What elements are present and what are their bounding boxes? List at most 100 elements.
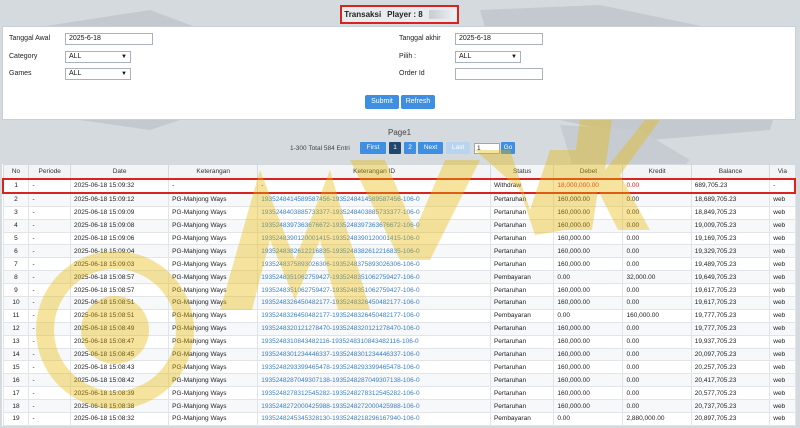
cell-keterangan-id[interactable]: 1935248310843482116-1935248310843482116-… — [257, 334, 491, 349]
cell-keterangan-id[interactable]: 1935248301234446337-1935248301234446337-… — [257, 347, 491, 362]
tanggal-awal-input[interactable]: 2025-6-18 — [65, 33, 153, 45]
cell-date: 2025-06-18 15:08:51 — [69, 308, 170, 323]
table-row[interactable]: 6-2025-06-18 15:09:04 PG-Mahjong Ways 1935… — [2, 244, 796, 259]
cell-date: 2025-06-18 15:08:57 — [69, 270, 170, 285]
go-button[interactable]: Go — [501, 142, 515, 154]
cell-kredit: 0.00 — [622, 257, 692, 272]
page-number-input[interactable]: 1 — [474, 143, 500, 154]
cell-via: web — [769, 205, 796, 220]
cell-via: web — [769, 373, 796, 388]
cell-no: 7 — [2, 257, 30, 272]
cell-keterangan-id[interactable]: 1935248382612216835-1935248382612216835-… — [257, 244, 491, 259]
cell-status: Pembayaran — [489, 270, 555, 285]
cell-debet: 160,000.00 — [553, 386, 624, 401]
cell-keterangan-id[interactable]: 1935248272000425988-1935248272000425988-… — [257, 399, 491, 414]
category-select[interactable]: ALL ▼ — [65, 51, 131, 63]
table-row[interactable]: 10-2025-06-18 15:08:51 PG-Mahjong Ways 193… — [2, 296, 796, 310]
table-row[interactable]: 13-2025-06-18 15:08:47 PG-Mahjong Ways 193… — [2, 334, 796, 349]
table-row[interactable]: 12-2025-06-18 15:08:49 PG-Mahjong Ways 193… — [2, 321, 796, 336]
cell-date: 2025-06-18 15:09:09 — [69, 205, 170, 220]
cell-keterangan-id[interactable]: 1935248403885733377-1935248403885733377-… — [257, 205, 491, 220]
cell-keterangan-id[interactable]: 1935248245345328130-1935248218296167940-… — [257, 412, 491, 426]
cell-periode: - — [28, 178, 71, 194]
cell-keterangan: PG-Mahjong Ways — [168, 334, 259, 349]
cell-status: Pertaruhan — [489, 218, 555, 233]
table-row[interactable]: 14-2025-06-18 15:08:45 PG-Mahjong Ways 193… — [2, 347, 796, 362]
cell-keterangan: PG-Mahjong Ways — [168, 360, 259, 375]
cell-keterangan: PG-Mahjong Ways — [168, 399, 259, 414]
table-row[interactable]: 15-2025-06-18 15:08:43 PG-Mahjong Ways 193… — [2, 360, 796, 375]
table-row[interactable]: 8-2025-06-18 15:08:57 PG-Mahjong Ways 1935… — [2, 270, 796, 285]
cell-kredit: 0.00 — [622, 244, 692, 259]
table-row[interactable]: 3-2025-06-18 15:09:09 PG-Mahjong Ways 1935… — [2, 205, 796, 220]
table-row[interactable]: 18-2025-06-18 15:08:38 PG-Mahjong Ways 193… — [2, 399, 796, 414]
cell-date: 2025-06-18 15:08:45 — [69, 347, 170, 362]
table-row[interactable]: 5-2025-06-18 15:09:06 PG-Mahjong Ways 1935… — [2, 231, 796, 246]
table-row[interactable]: 19-2025-06-18 15:08:32 PG-Mahjong Ways 193… — [2, 412, 796, 426]
cell-keterangan: PG-Mahjong Ways — [168, 386, 259, 401]
cell-balance: 19,649,705.23 — [690, 270, 771, 285]
cell-status: Pertaruhan — [489, 283, 555, 298]
cell-status: Pertaruhan — [489, 386, 555, 401]
cell-balance: 20,577,705.23 — [690, 386, 771, 401]
cell-keterangan-id[interactable]: 1935248278312545282-1935248278312545282-… — [257, 386, 491, 401]
pagination-first-button[interactable]: First — [360, 142, 386, 154]
cell-status: Pertaruhan — [489, 321, 555, 336]
table-row[interactable]: 9-2025-06-18 15:08:57 PG-Mahjong Ways 1935… — [2, 283, 796, 298]
cell-keterangan-id[interactable]: 1935248390120001415-1935248390120001415-… — [257, 231, 491, 246]
entries-summary: 1-300 Total 584 Entri — [290, 145, 350, 152]
cell-kredit: 0.00 — [622, 231, 692, 246]
cell-keterangan-id[interactable]: 1935248320121278470-1935248320121278470-… — [257, 321, 491, 336]
cell-keterangan-id[interactable]: 1935248397363676672-1935248397363676672-… — [257, 218, 491, 233]
cell-via: web — [769, 231, 796, 246]
page-label: Page1 — [388, 128, 412, 137]
table-row[interactable]: 2-2025-06-18 15:09:12 PG-Mahjong Ways 1935… — [2, 192, 796, 207]
cell-via: web — [769, 321, 796, 336]
cell-keterangan: PG-Mahjong Ways — [168, 231, 259, 246]
cell-date: 2025-06-18 15:08:43 — [69, 360, 170, 375]
cell-keterangan-id[interactable]: 1935248326450482177-1935248326450482177-… — [257, 296, 491, 310]
table-row[interactable]: 7-2025-06-18 15:09:03 PG-Mahjong Ways 1935… — [2, 257, 796, 272]
table-row[interactable]: 11-2025-06-18 15:08:51 PG-Mahjong Ways 193… — [2, 308, 796, 323]
cell-kredit: 0.00 — [622, 347, 692, 362]
cell-keterangan-id[interactable]: 1935248326450482177-1935248326450482177-… — [257, 308, 491, 323]
cell-keterangan-id[interactable]: 1935248414589587456-1935248414589587456-… — [257, 192, 491, 207]
table-row[interactable]: 16-2025-06-18 15:08:42 PG-Mahjong Ways 193… — [2, 373, 796, 388]
cell-kredit: 0.00 — [622, 218, 692, 233]
cell-keterangan-id[interactable]: 1935248293399465478-1935248293399465478-… — [257, 360, 491, 375]
cell-via: web — [769, 386, 796, 401]
cell-status: Pertaruhan — [489, 360, 555, 375]
cell-keterangan-id[interactable]: 1935248351062759427-1935248351062759427-… — [257, 283, 491, 298]
pagination-page-1[interactable]: 1 — [389, 142, 401, 154]
cell-kredit: 0.00 — [622, 192, 692, 207]
tanggal-akhir-input[interactable]: 2025-6-18 — [455, 33, 543, 45]
cell-keterangan-id[interactable]: 1935248287049307138-1935248287049307138-… — [257, 373, 491, 388]
submit-button[interactable]: Submit — [365, 95, 399, 109]
pilih-select[interactable]: ALL ▼ — [455, 51, 521, 63]
refresh-button[interactable]: Refresh — [401, 95, 435, 109]
table-row[interactable]: 1-2025-06-18 15:09:32- - Withdraw 18,000,00… — [2, 178, 797, 194]
cell-via: web — [769, 257, 796, 272]
cell-keterangan-id[interactable]: 1935248351062759427-1935248351062759427-… — [257, 270, 491, 285]
cell-periode: - — [28, 283, 71, 298]
pagination-page-2[interactable]: 2 — [404, 142, 416, 154]
column-header-via: Via — [769, 164, 796, 180]
cell-keterangan-id[interactable]: 1935248375893026306-1935248375893026306-… — [257, 257, 491, 272]
games-select[interactable]: ALL ▼ — [65, 68, 131, 80]
cell-debet: 160,000.00 — [553, 399, 624, 414]
order-id-input[interactable] — [455, 68, 543, 80]
cell-kredit: 0.00 — [622, 373, 692, 388]
cell-keterangan: PG-Mahjong Ways — [168, 283, 259, 298]
player-label: Player : 8 — [387, 10, 423, 19]
table-row[interactable]: 17-2025-06-18 15:08:39 PG-Mahjong Ways 193… — [2, 386, 796, 401]
pagination-last-button[interactable]: Last — [446, 142, 470, 154]
cell-periode: - — [28, 347, 71, 362]
cell-periode: - — [28, 321, 71, 336]
order-id-label: Order Id — [399, 70, 425, 77]
cell-balance: 19,777,705.23 — [690, 321, 771, 336]
chevron-down-icon: ▼ — [121, 54, 127, 60]
cell-keterangan: - — [168, 178, 259, 194]
pagination-next-button[interactable]: Next — [418, 142, 443, 154]
table-row[interactable]: 4-2025-06-18 15:09:08 PG-Mahjong Ways 1935… — [2, 218, 796, 233]
chevron-down-icon: ▼ — [121, 71, 127, 77]
